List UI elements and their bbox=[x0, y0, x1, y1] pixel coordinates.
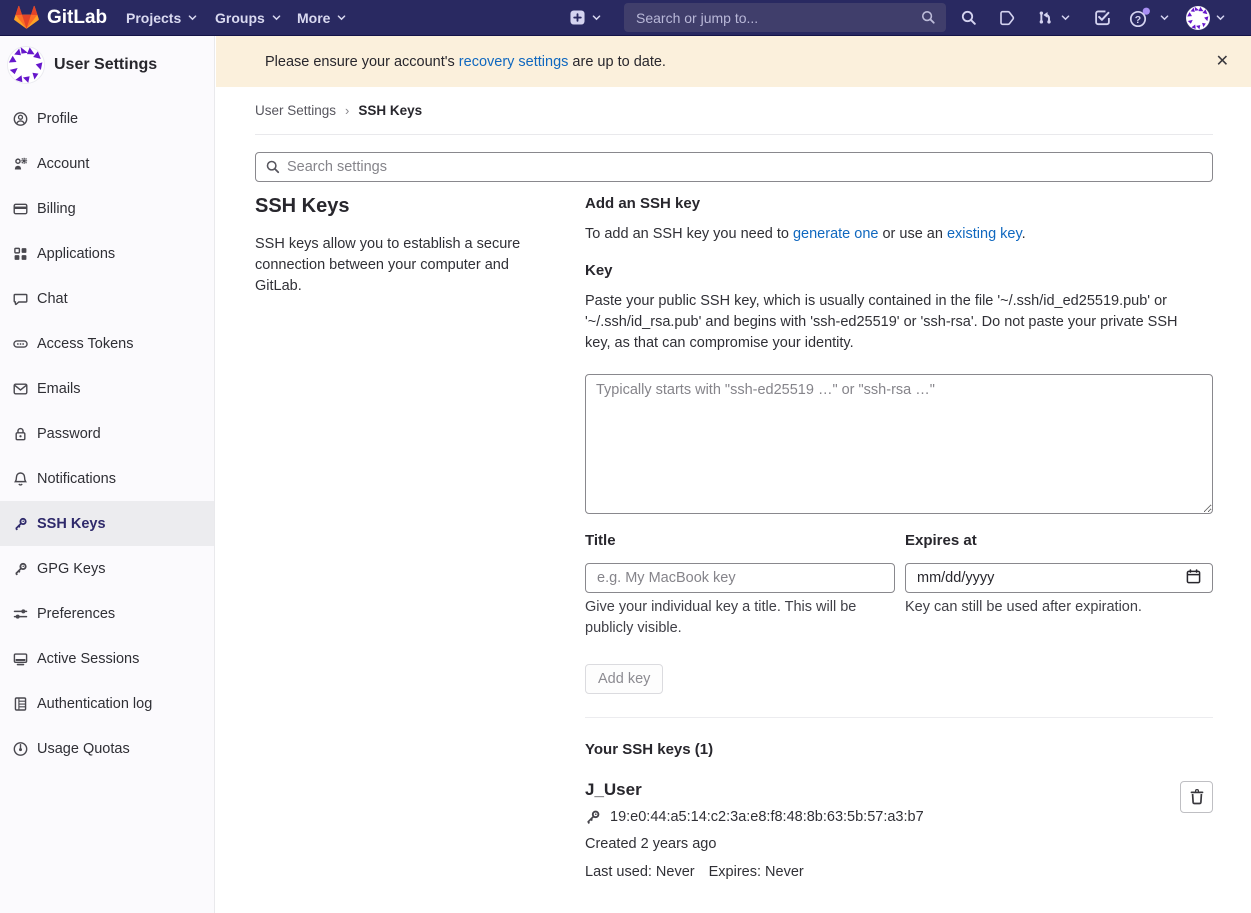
svg-text:?: ? bbox=[1135, 14, 1141, 26]
